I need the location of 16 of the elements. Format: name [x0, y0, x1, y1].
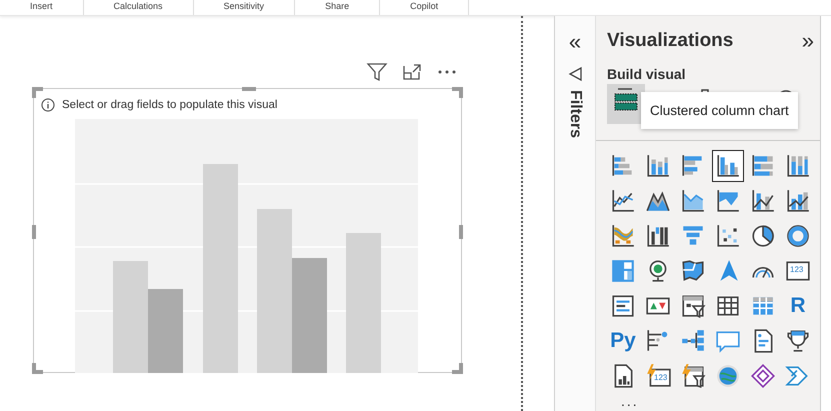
collapse-button[interactable]: «	[568, 32, 582, 52]
more-visuals-button[interactable]: ...	[621, 395, 820, 407]
expand-button[interactable]: »	[802, 30, 814, 52]
filters-pane-title[interactable]: Filters	[566, 90, 584, 138]
ribbon-group-label[interactable]: Sensitivity	[194, 0, 296, 15]
script-visual-button[interactable]: Py	[607, 325, 639, 357]
pane-title: Visualizations	[607, 30, 734, 52]
tooltip: Clustered column chart	[641, 92, 798, 129]
ribbon-group-label[interactable]: Insert	[0, 0, 84, 15]
ribbon-group-label[interactable]: Calculations	[84, 0, 194, 15]
placeholder-message: Select or drag fields to populate this visual	[62, 99, 278, 111]
visual-container[interactable]: Select or drag fields to populate this visual	[33, 88, 462, 373]
section-title: Build visual	[607, 66, 687, 82]
ribbon-group-label[interactable]: Share	[295, 0, 380, 15]
ribbon-group-label[interactable]: Copilot	[380, 0, 470, 15]
script-visual-button[interactable]: R	[782, 290, 814, 322]
